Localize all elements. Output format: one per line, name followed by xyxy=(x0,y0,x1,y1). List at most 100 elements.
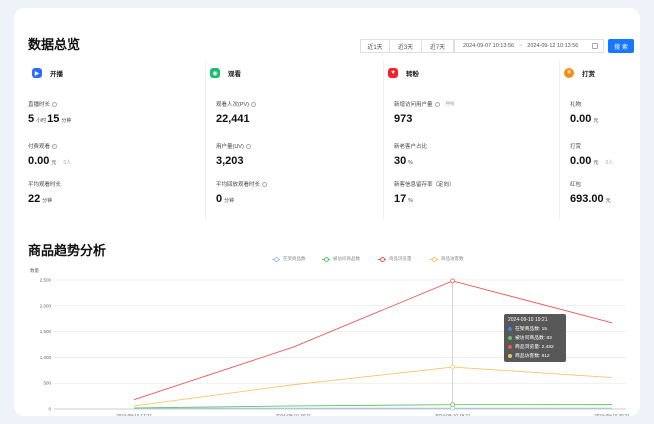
tooltip-dot xyxy=(508,353,512,358)
series-point xyxy=(450,402,456,408)
metric-uv: 用户量(UV) 3,203 xyxy=(216,142,251,167)
y-tick-label: 1,500 xyxy=(40,329,52,334)
help-icon[interactable] xyxy=(52,143,58,149)
metric-label: 打赏 xyxy=(570,144,582,150)
metric-label: 礼物 xyxy=(570,102,582,108)
range-7day-button[interactable]: 近7天 xyxy=(422,39,454,53)
metric-note: 0人 xyxy=(63,160,72,166)
metric-label: 用户量(UV) xyxy=(216,144,244,150)
series-point xyxy=(450,278,456,284)
calendar-icon xyxy=(592,43,598,49)
tooltip-text: 在架商品数: 15 xyxy=(515,327,547,332)
metric-value: 22,441 xyxy=(216,113,250,125)
x-tick-label: 2024-09-10 20:21 xyxy=(594,413,630,416)
metric-value: 693.00 xyxy=(570,193,604,205)
panel-reward: ¥ 打赏 礼物 0.00 元 打赏 0.00 元 0人 红包 693.00 元 xyxy=(560,60,640,220)
series-point xyxy=(450,364,456,370)
metric-value: 0.00 xyxy=(570,113,592,125)
metric-value: 3,203 xyxy=(216,155,244,167)
tooltip-title: 2024-09-10 19:21 xyxy=(508,317,548,323)
metric-pv: 观看人次(PV) 22,441 xyxy=(216,100,257,125)
tooltip-text: 商品访客数: 812 xyxy=(515,354,550,359)
metric-unit: 分钟 xyxy=(42,198,53,204)
search-button[interactable]: 搜 索 xyxy=(608,39,634,53)
metric-value: 22 xyxy=(28,193,41,205)
metric-unit: 元 xyxy=(605,198,611,204)
panel-title: 观看 xyxy=(228,71,241,78)
y-tick-label: 0 xyxy=(48,407,51,412)
chart-tooltip: 2024-09-10 19:21 在架商品数: 15 被访问商品数: 83 商品… xyxy=(504,314,566,362)
metric-tip: 打赏 0.00 元 0人 xyxy=(570,142,613,167)
panel-broadcast: ▶ 开播 直播时长 5 小时 15 分钟 付费观看 0.00 元 0人 平均观看时长 22… xyxy=(28,60,206,220)
metric-value: 17 xyxy=(394,193,407,205)
panel-title: 转粉 xyxy=(406,71,419,78)
metric-unit: % xyxy=(408,198,413,204)
tooltip-dot xyxy=(508,344,512,349)
x-tick-label: 2024-09-10 19:21 xyxy=(435,413,471,416)
x-tick-label: 2024-09-10 17:21 xyxy=(116,413,152,416)
metric-label: 新客信息留存率（定向） xyxy=(394,182,455,188)
help-icon[interactable] xyxy=(251,101,257,107)
metric-unit: 分钟 xyxy=(61,118,72,124)
metric-label: 新增访问用户量 xyxy=(394,102,433,108)
metric-unit: 小时 xyxy=(36,118,47,124)
series-line xyxy=(133,404,613,409)
metric-paid-viewing: 付费观看 0.00 元 0人 xyxy=(28,142,71,167)
dashboard-card: 数据总览 近1天 近3天 近7天 2024-09-07 10:13:56 ~ 2… xyxy=(14,8,640,416)
overview-title: 数据总览 xyxy=(28,37,81,52)
metric-live-duration: 直播时长 5 小时 15 分钟 xyxy=(28,100,72,125)
date-end: 2024-09-12 10:13:56 xyxy=(527,43,579,49)
panel-title: 开播 xyxy=(50,71,63,78)
metric-label: 直播时长 xyxy=(28,102,51,108)
range-1day-button[interactable]: 近1天 xyxy=(360,39,390,53)
tooltip-text: 被访问商品数: 83 xyxy=(515,336,552,341)
y-tick-label: 1,000 xyxy=(40,355,52,360)
y-tick-label: 2,000 xyxy=(40,303,52,308)
metric-avg-replay-time: 平均回放观看时长 0 分钟 xyxy=(216,180,268,205)
metric-new-visitors: 新增访问用户量 种植 973 xyxy=(394,100,455,125)
date-separator: ~ xyxy=(519,43,523,49)
help-icon[interactable] xyxy=(245,143,251,149)
tooltip-dot xyxy=(508,326,512,331)
metric-new-old-ratio: 新老客户占比 30% xyxy=(394,142,427,167)
metric-label: 平均观看时长 xyxy=(28,182,62,188)
metric-red-packet: 红包 693.00 元 xyxy=(570,180,612,205)
help-icon[interactable] xyxy=(262,181,268,187)
panel-fans: ♥ 转粉 新增访问用户量 种植 973 新老客户占比 30% 新客信息留存率（定向… xyxy=(384,60,560,220)
help-icon[interactable] xyxy=(434,101,440,107)
metric-value: 15 xyxy=(47,113,60,125)
date-start: 2024-09-07 10:13:56 xyxy=(463,43,515,49)
y-axis-label: 数量 xyxy=(30,267,39,274)
metric-retention: 新客信息留存率（定向） 17% xyxy=(394,180,455,205)
tooltip-row: 商品浏览量: 2,482 xyxy=(508,343,562,350)
tooltip-text: 商品浏览量: 2,482 xyxy=(515,345,554,350)
tooltip-row: 商品访客数: 812 xyxy=(508,352,562,359)
series-line xyxy=(133,366,613,407)
tooltip-dot xyxy=(508,335,512,340)
panel-watch: ◉ 观看 观看人次(PV) 22,441 用户量(UV) 3,203 平均回放观… xyxy=(206,60,384,220)
metric-label: 平均回放观看时长 xyxy=(216,182,261,188)
metric-value: 0.00 xyxy=(570,155,592,167)
metric-note: 0人 xyxy=(605,160,614,166)
broadcast-icon: ▶ xyxy=(32,68,42,78)
date-range-picker[interactable]: 2024-09-07 10:13:56 ~ 2024-09-12 10:13:5… xyxy=(454,39,604,53)
metric-value: 30 xyxy=(394,155,407,167)
watch-icon: ◉ xyxy=(210,68,220,78)
metric-sub: 种植 xyxy=(445,101,455,106)
metric-value: 0 xyxy=(216,193,223,205)
metric-value: 5 xyxy=(28,113,35,125)
fans-icon: ♥ xyxy=(388,68,398,78)
reward-icon: ¥ xyxy=(564,68,574,78)
range-3day-button[interactable]: 近3天 xyxy=(390,39,422,53)
x-tick-label: 2024-09-10 18:21 xyxy=(276,413,312,416)
metric-unit: 元 xyxy=(51,160,57,166)
help-icon[interactable] xyxy=(52,101,58,107)
metric-avg-watch-time: 平均观看时长 22 分钟 xyxy=(28,180,61,205)
y-tick-label: 500 xyxy=(43,381,51,386)
metric-label: 红包 xyxy=(570,182,582,188)
metric-unit: 元 xyxy=(593,118,599,124)
metric-unit: 元 xyxy=(593,160,599,166)
metric-value: 0.00 xyxy=(28,155,50,167)
metric-gift: 礼物 0.00 元 xyxy=(570,100,599,125)
metric-label: 观看人次(PV) xyxy=(216,102,250,108)
